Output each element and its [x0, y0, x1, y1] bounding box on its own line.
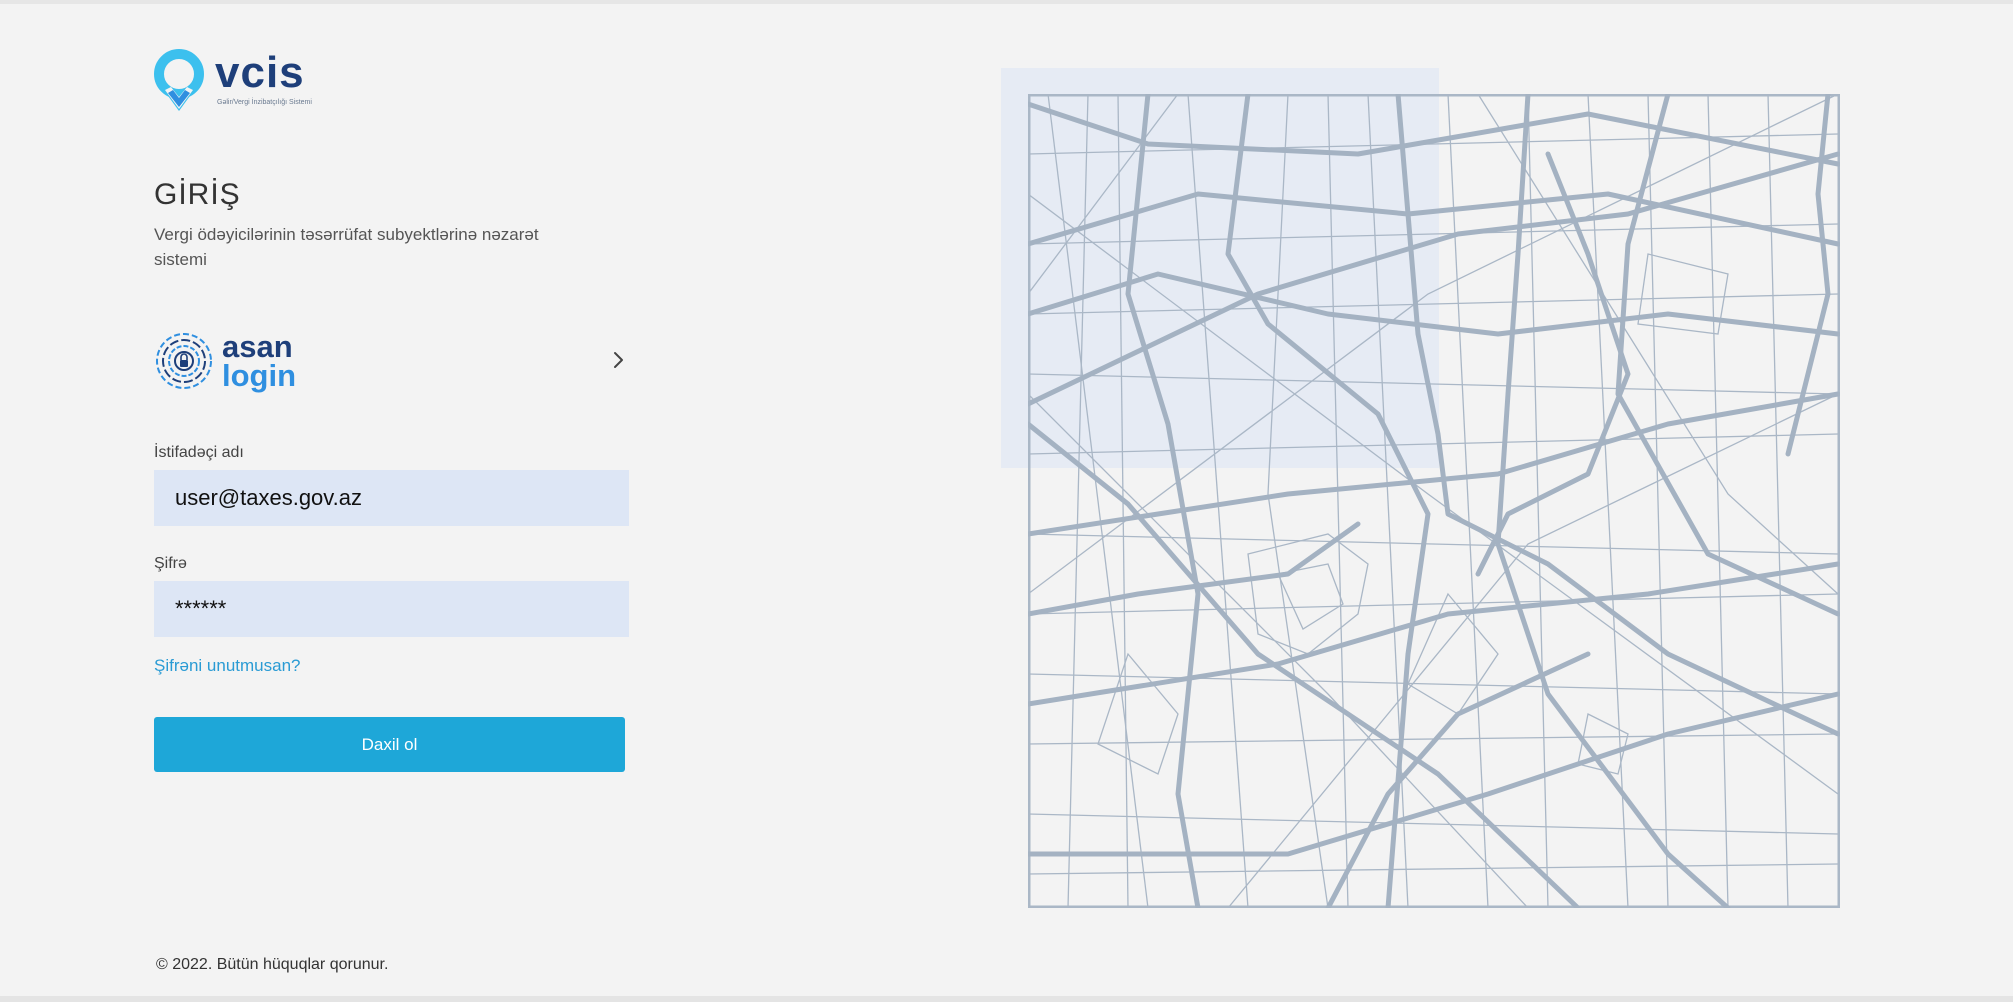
login-submit-button[interactable]: Daxil ol [154, 717, 625, 772]
password-input[interactable] [154, 581, 629, 637]
vcis-logo-pin-icon [154, 49, 204, 111]
asan-login-word-2: login [222, 358, 297, 393]
window-top-border [0, 0, 2013, 4]
asan-login-word-1: asan [222, 329, 293, 364]
page-title: GİRİŞ [154, 178, 241, 211]
asan-login-fingerprint-icon [156, 333, 212, 389]
username-input[interactable] [154, 470, 629, 526]
asan-login-button[interactable]: asan login [154, 330, 630, 392]
page-subtitle: Vergi ödəyicilərinin təsərrüfat subyektl… [154, 225, 539, 269]
vcis-logo: vcis Gəlir/Vergi İnzibatçılığı Sistemi [151, 49, 312, 115]
brand-name: vcis [215, 48, 305, 97]
window-bottom-border [0, 996, 2013, 1002]
password-label: Şifrə [154, 555, 187, 572]
username-label: İstifadəçi adı [154, 444, 244, 461]
copyright-text: © 2022. Bütün hüquqlar qorunur. [156, 956, 389, 973]
brand-tagline: Gəlir/Vergi İnzibatçılığı Sistemi [217, 99, 312, 106]
forgot-password-link[interactable]: Şifrəni unutmusan? [154, 656, 300, 676]
city-map-illustration [1028, 94, 1840, 908]
chevron-right-icon [614, 352, 623, 368]
